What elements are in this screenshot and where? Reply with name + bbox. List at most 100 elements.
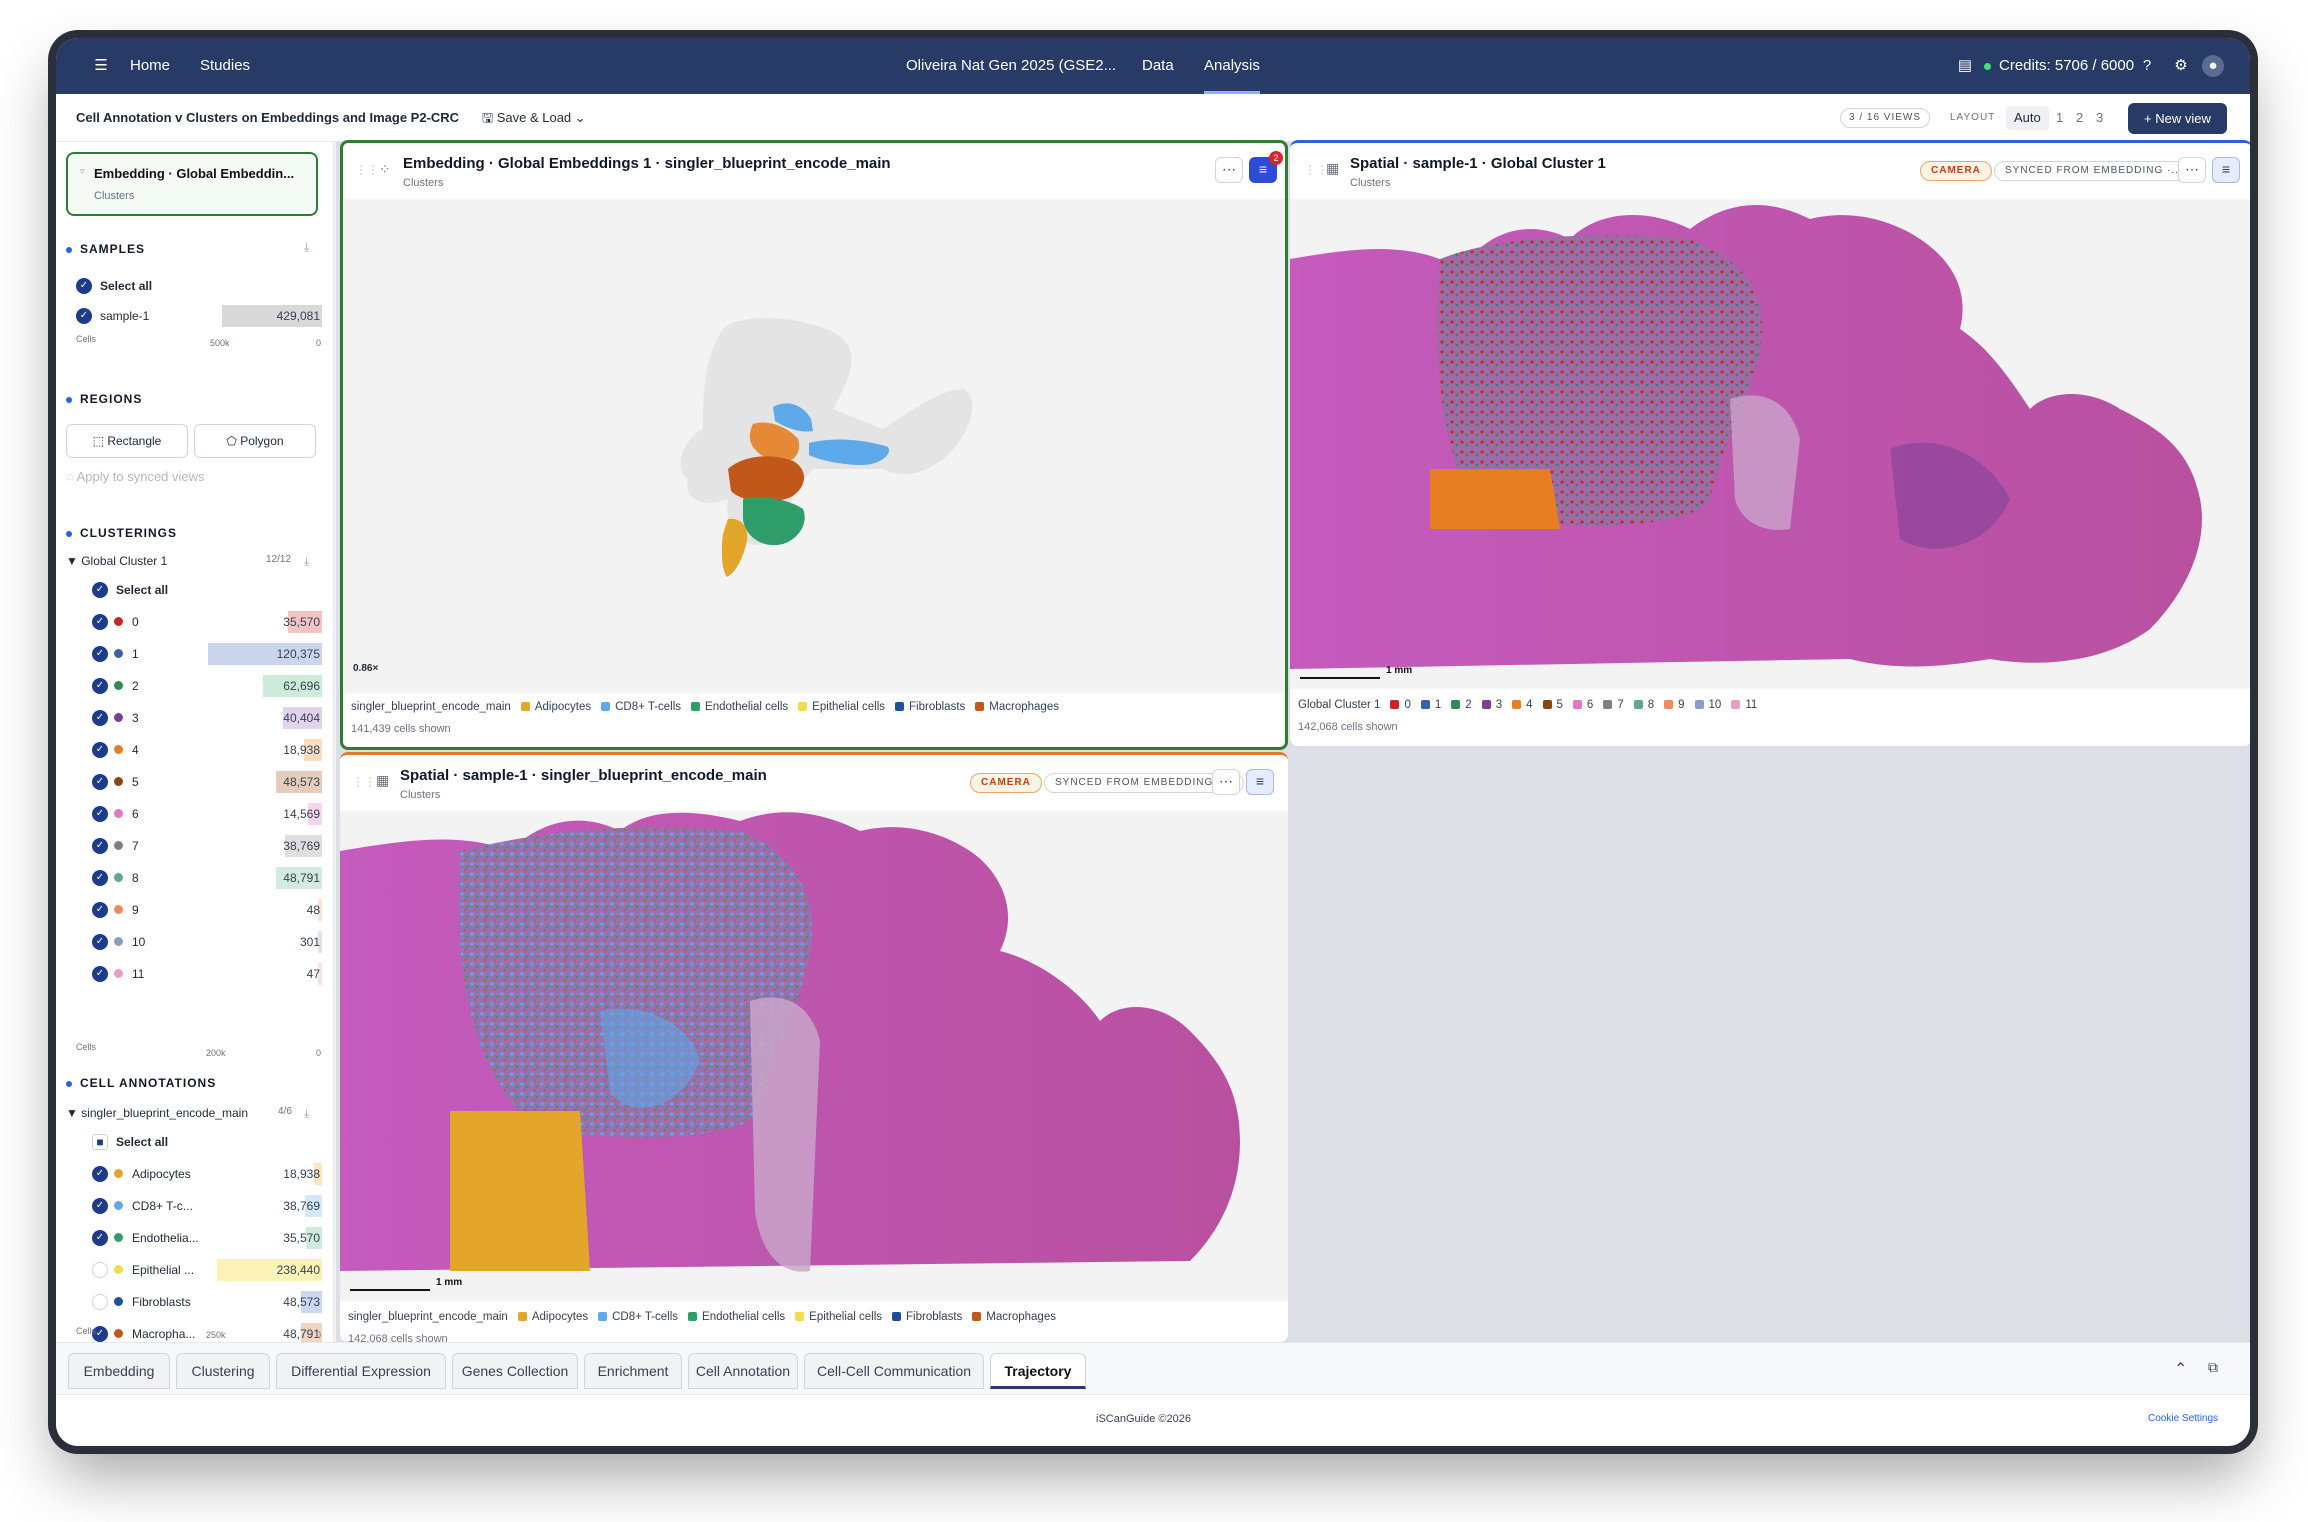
camera-badge[interactable]: CAMERA bbox=[970, 773, 1042, 793]
cluster-row[interactable]: ✓ 10 301 bbox=[56, 926, 333, 958]
chevron-up-icon[interactable]: ⌃ bbox=[2174, 1359, 2187, 1379]
checkbox-checked-icon[interactable]: ✓ bbox=[92, 710, 108, 726]
filter-button[interactable]: ≡ bbox=[2212, 157, 2240, 183]
annotation-row[interactable]: Fibroblasts 48,573 bbox=[56, 1286, 333, 1318]
camera-badge[interactable]: CAMERA bbox=[1920, 161, 1992, 181]
new-view-button[interactable]: + New view bbox=[2128, 103, 2227, 134]
checkbox-checked-icon[interactable]: ✓ bbox=[92, 838, 108, 854]
annotation-row[interactable]: ✓ Macropha... 48,791 bbox=[56, 1318, 333, 1342]
cookie-settings-link[interactable]: Cookie Settings bbox=[2148, 1413, 2218, 1424]
polygon-button[interactable]: ⬠ Polygon bbox=[194, 424, 316, 458]
layout-2[interactable]: 2 bbox=[2076, 94, 2083, 142]
sample-row[interactable]: ✓ sample-1 429,081 bbox=[56, 300, 333, 332]
synced-badge[interactable]: SYNCED FROM EMBEDDING ·... bbox=[1994, 161, 2194, 181]
cluster-row[interactable]: ✓ 5 48,573 bbox=[56, 766, 333, 798]
checkbox-checked-icon[interactable]: ✓ bbox=[92, 614, 108, 630]
cluster-row[interactable]: ✓ 3 40,404 bbox=[56, 702, 333, 734]
checkbox-checked-icon[interactable]: ✓ bbox=[92, 774, 108, 790]
download-icon[interactable]: ⤓ bbox=[304, 554, 309, 569]
clustering-group-header[interactable]: ▼ Global Cluster 1 12/12 ⤓ bbox=[66, 554, 326, 568]
filter-button[interactable]: ≡ bbox=[1246, 769, 1274, 795]
tab-cell-annotation[interactable]: Cell Annotation bbox=[688, 1353, 798, 1389]
annotation-row[interactable]: ✓ Endothelia... 35,570 bbox=[56, 1222, 333, 1254]
annotation-row[interactable]: ✓ Adipocytes 18,938 bbox=[56, 1158, 333, 1190]
spatial-cluster-canvas[interactable]: 1 mm bbox=[1290, 199, 2250, 689]
study-title[interactable]: Oliveira Nat Gen 2025 (GSE2... bbox=[906, 38, 1116, 94]
download-icon[interactable]: ⤓ bbox=[304, 1106, 309, 1121]
cluster-row[interactable]: ✓ 6 14,569 bbox=[56, 798, 333, 830]
drag-handle-icon[interactable]: ⋮⋮ bbox=[352, 775, 376, 789]
checkbox-checked-icon[interactable]: ✓ bbox=[92, 1198, 108, 1214]
tab-cell-cell-communication[interactable]: Cell-Cell Communication bbox=[804, 1353, 984, 1389]
checkbox-checked-icon[interactable]: ✓ bbox=[92, 1166, 108, 1182]
drag-handle-icon[interactable]: ⋮⋮ bbox=[1304, 163, 1328, 177]
tab-genes-collection[interactable]: Genes Collection bbox=[452, 1353, 578, 1389]
rectangle-button[interactable]: ⬚ Rectangle bbox=[66, 424, 188, 458]
nav-home[interactable]: Home bbox=[130, 38, 170, 94]
cluster-row[interactable]: ✓ 2 62,696 bbox=[56, 670, 333, 702]
checkbox-checked-icon[interactable]: ✓ bbox=[76, 278, 92, 294]
spatial-annotation-panel[interactable]: ⋮⋮ ▦ Spatial · sample-1 · singler_bluepr… bbox=[340, 752, 1288, 1342]
checkbox-checked-icon[interactable]: ✓ bbox=[92, 966, 108, 982]
document-icon[interactable]: ▤ bbox=[1954, 55, 1976, 77]
annotation-row[interactable]: ✓ CD8+ T-c... 38,769 bbox=[56, 1190, 333, 1222]
annotation-row[interactable]: Epithelial ... 238,440 bbox=[56, 1254, 333, 1286]
checkbox-checked-icon[interactable]: ✓ bbox=[92, 646, 108, 662]
avatar[interactable]: ● bbox=[2202, 55, 2224, 77]
more-options-button[interactable]: ⋯ bbox=[1215, 157, 1243, 183]
nav-studies[interactable]: Studies bbox=[200, 38, 250, 94]
layout-auto[interactable]: Auto bbox=[2006, 106, 2049, 130]
more-options-button[interactable]: ⋯ bbox=[2178, 157, 2206, 183]
external-link-icon[interactable]: ⧉ bbox=[2208, 1359, 2218, 1376]
drag-handle-icon[interactable]: ⋮⋮ bbox=[355, 163, 379, 177]
cluster-row[interactable]: ✓ 7 38,769 bbox=[56, 830, 333, 862]
cluster-row[interactable]: ✓ 4 18,938 bbox=[56, 734, 333, 766]
help-icon[interactable]: ? bbox=[2136, 55, 2158, 77]
tab-clustering[interactable]: Clustering bbox=[176, 1353, 270, 1389]
save-load-menu[interactable]: 🖫 Save & Load ⌄ bbox=[482, 94, 586, 142]
checkbox-empty-icon[interactable] bbox=[92, 1262, 108, 1278]
tab-trajectory[interactable]: Trajectory bbox=[990, 1353, 1086, 1389]
active-view-card[interactable]: ▿ Embedding · Global Embeddin... Cluster… bbox=[66, 152, 318, 216]
caret-down-icon: ▼ bbox=[66, 554, 82, 568]
tissue-image[interactable] bbox=[1290, 199, 2250, 689]
checkbox-indeterminate-icon[interactable]: ■ bbox=[92, 1134, 108, 1150]
more-options-button[interactable]: ⋯ bbox=[1212, 769, 1240, 795]
nav-data[interactable]: Data bbox=[1142, 38, 1174, 94]
layout-1[interactable]: 1 bbox=[2056, 94, 2063, 142]
cluster-row[interactable]: ✓ 0 35,570 bbox=[56, 606, 333, 638]
tab-embedding[interactable]: Embedding bbox=[68, 1353, 170, 1389]
checkbox-checked-icon[interactable]: ✓ bbox=[92, 582, 108, 598]
checkbox-checked-icon[interactable]: ✓ bbox=[76, 308, 92, 324]
umap-plot[interactable] bbox=[343, 199, 1285, 693]
tab-enrichment[interactable]: Enrichment bbox=[584, 1353, 682, 1389]
nav-analysis[interactable]: Analysis bbox=[1204, 38, 1260, 94]
annotation-group-header[interactable]: ▼ singler_blueprint_encode_main 4/6 ⤓ bbox=[66, 1106, 326, 1120]
embedding-panel[interactable]: ⋮⋮ ⁘ Embedding · Global Embeddings 1 · s… bbox=[340, 140, 1288, 750]
checkbox-checked-icon[interactable]: ✓ bbox=[92, 934, 108, 950]
spatial-cluster-panel[interactable]: ⋮⋮ ▦ Spatial · sample-1 · Global Cluster… bbox=[1290, 140, 2250, 746]
cluster-row[interactable]: ✓ 1 120,375 bbox=[56, 638, 333, 670]
gear-icon[interactable]: ⚙ bbox=[2170, 55, 2192, 77]
checkbox-checked-icon[interactable]: ✓ bbox=[92, 806, 108, 822]
checkbox-checked-icon[interactable]: ✓ bbox=[92, 1230, 108, 1246]
samples-select-all[interactable]: ✓ Select all bbox=[56, 270, 333, 302]
cluster-row[interactable]: ✓ 11 47 bbox=[56, 958, 333, 990]
checkbox-checked-icon[interactable]: ✓ bbox=[92, 678, 108, 694]
download-icon[interactable]: ⤓ bbox=[304, 240, 309, 255]
checkbox-checked-icon[interactable]: ✓ bbox=[92, 902, 108, 918]
cluster-row[interactable]: ✓ 9 48 bbox=[56, 894, 333, 926]
checkbox-empty-icon[interactable] bbox=[92, 1294, 108, 1310]
clusters-select-all[interactable]: ✓ Select all bbox=[56, 574, 333, 606]
tissue-image[interactable] bbox=[340, 811, 1288, 1301]
spatial-annotation-canvas[interactable]: 1 mm bbox=[340, 811, 1288, 1301]
checkbox-checked-icon[interactable]: ✓ bbox=[92, 742, 108, 758]
embedding-canvas[interactable]: 0.86× bbox=[343, 199, 1285, 693]
annotations-select-all[interactable]: ■ Select all bbox=[56, 1126, 333, 1158]
cluster-row[interactable]: ✓ 8 48,791 bbox=[56, 862, 333, 894]
menu-icon[interactable]: ☰ bbox=[90, 55, 112, 77]
tab-differential-expression[interactable]: Differential Expression bbox=[276, 1353, 446, 1389]
layout-3[interactable]: 3 bbox=[2096, 94, 2103, 142]
checkbox-checked-icon[interactable]: ✓ bbox=[92, 870, 108, 886]
apply-synced-checkbox[interactable]: ◌ Apply to synced views bbox=[66, 469, 205, 484]
